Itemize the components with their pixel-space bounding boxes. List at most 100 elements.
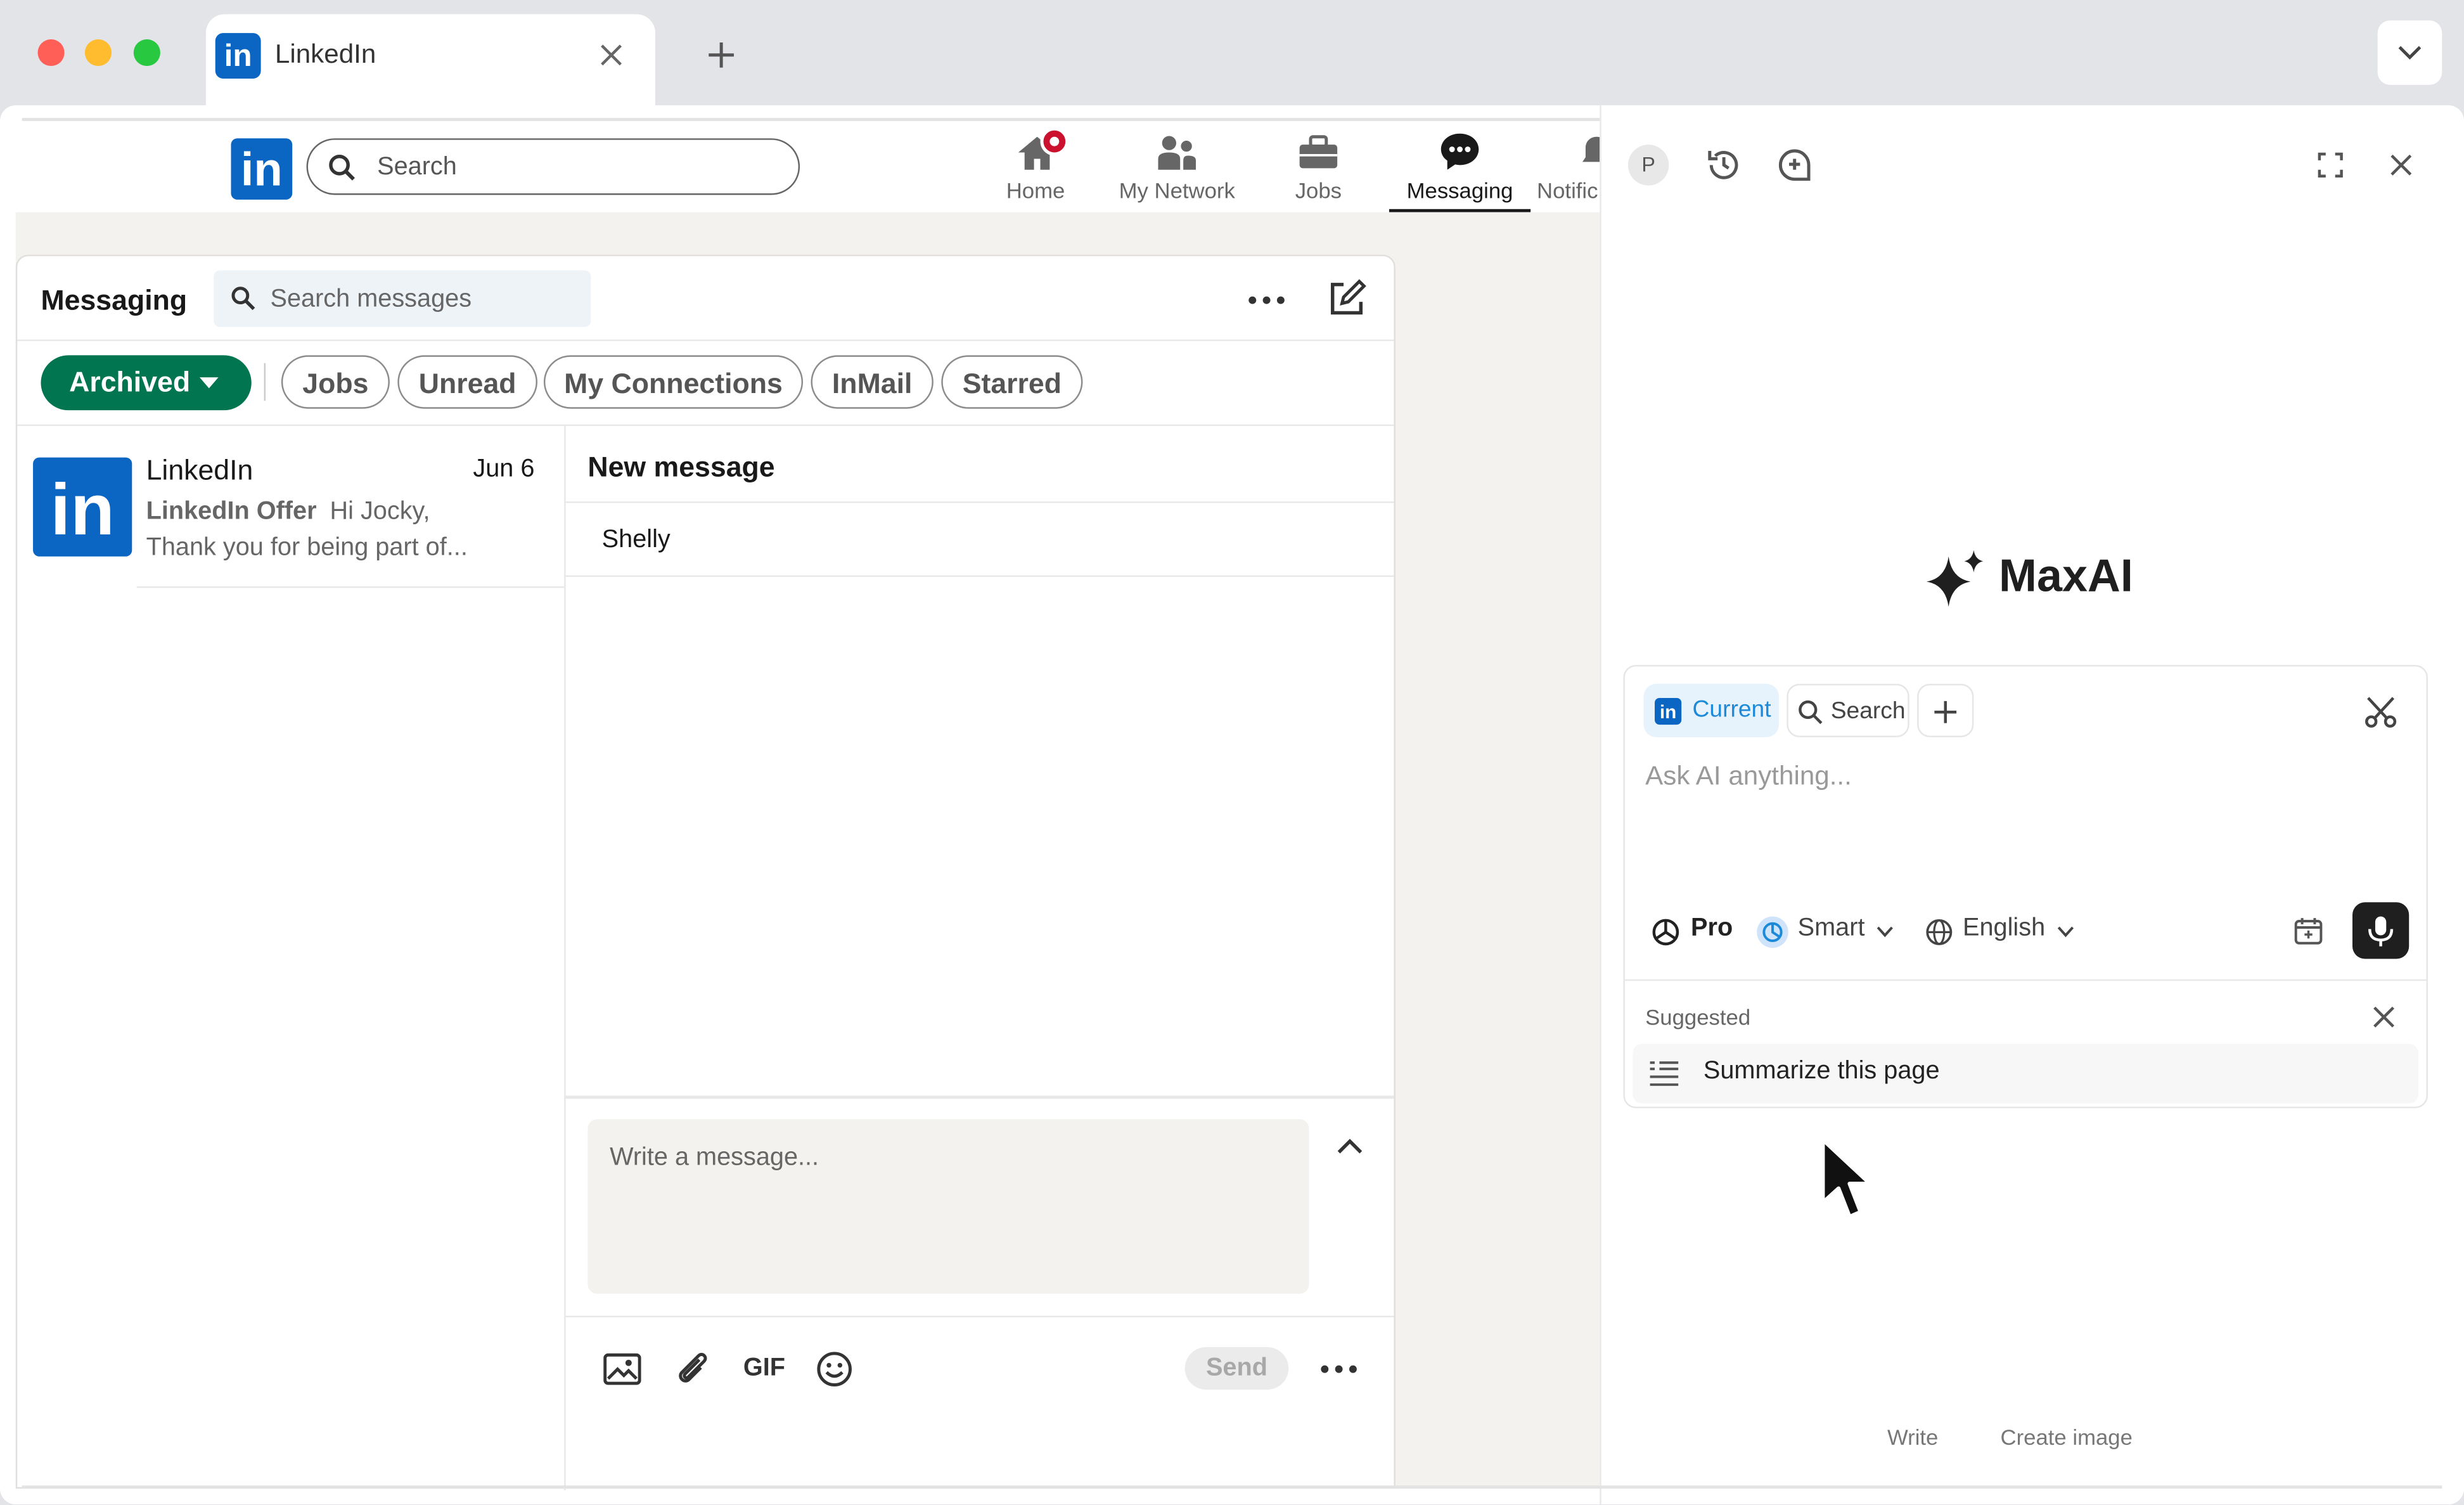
openai-swirl-icon: [1650, 917, 1682, 948]
ask-ai-input[interactable]: Ask AI anything...: [1645, 761, 2399, 792]
messaging-icon: [1439, 132, 1480, 171]
window-minimize-button[interactable]: [84, 39, 112, 67]
compose-toolbar: GIF Send: [566, 1347, 1394, 1394]
expand-compose-icon[interactable]: [1336, 1137, 1364, 1156]
tab-title: LinkedIn: [274, 39, 376, 70]
divider: [565, 1095, 1394, 1099]
nav-jobs-label: Jobs: [1295, 178, 1342, 203]
context-current-label: Current: [1692, 696, 1771, 723]
conversation-preview-line1: Hi Jocky,: [330, 498, 430, 526]
context-search-label: Search: [1830, 697, 1906, 725]
new-tab-icon[interactable]: [707, 41, 736, 69]
global-search-input[interactable]: Search: [306, 138, 800, 195]
filter-bar: Archived Jobs Unread My Connections InMa…: [17, 355, 1394, 411]
nav-jobs[interactable]: Jobs: [1273, 121, 1364, 212]
add-context-button[interactable]: [1917, 683, 1974, 737]
filter-jobs[interactable]: Jobs: [281, 355, 390, 409]
language-label: English: [1963, 915, 2046, 942]
conversation-sender: LinkedIn Offer: [146, 498, 317, 526]
schedule-icon[interactable]: [2293, 915, 2325, 946]
browser-window: in Search Home My Network Jobs Messaging…: [0, 105, 2464, 1504]
compose-message-icon[interactable]: [1326, 278, 1367, 319]
filter-my-connections[interactable]: My Connections: [543, 355, 804, 409]
messaging-title: Messaging: [41, 284, 188, 316]
window-close-button[interactable]: [37, 39, 65, 67]
message-search-placeholder: Search messages: [270, 286, 472, 313]
ask-ai-card: in Current Search Ask AI anything... Pro…: [1623, 664, 2428, 1109]
context-current-chip[interactable]: in Current: [1643, 683, 1779, 737]
model-label: Smart: [1797, 915, 1865, 942]
attachment-icon[interactable]: [674, 1350, 712, 1388]
tab-list-button[interactable]: [2377, 20, 2442, 85]
user-avatar[interactable]: P: [1627, 145, 1669, 186]
nav-notifications-label: Notific: [1537, 178, 1598, 203]
compose-more-icon[interactable]: [1318, 1353, 1359, 1385]
browser-tab[interactable]: in LinkedIn: [205, 14, 655, 109]
nav-home[interactable]: Home: [990, 121, 1081, 212]
recipient-field[interactable]: Shelly: [566, 503, 1394, 575]
suggestion-item[interactable]: Summarize this page: [1633, 1043, 2419, 1104]
conversation-item[interactable]: in LinkedIn Jun 6 LinkedIn Offer Hi Jock…: [17, 426, 565, 588]
send-button[interactable]: Send: [1184, 1347, 1289, 1390]
linkedin-favicon-icon: in: [215, 33, 261, 79]
nav-notifications[interactable]: Notific: [1534, 121, 1600, 212]
linkedin-global-nav: in Search Home My Network Jobs Messaging…: [15, 120, 1600, 212]
language-selector[interactable]: English: [1925, 914, 2076, 952]
linkedin-logo-icon[interactable]: in: [231, 138, 293, 200]
filter-starred[interactable]: Starred: [941, 355, 1083, 409]
divider: [1624, 979, 2427, 981]
linkedin-avatar-icon: in: [33, 457, 132, 557]
dismiss-suggested-icon[interactable]: [2371, 1004, 2397, 1030]
messaging-card: Messaging Search messages Archived Jobs …: [15, 254, 1396, 1490]
new-message-title: New message: [587, 451, 775, 483]
tab-create-image[interactable]: Create image: [2001, 1424, 2133, 1450]
scissors-icon[interactable]: [2363, 695, 2398, 730]
gif-button[interactable]: GIF: [743, 1355, 785, 1383]
window-maximize-button[interactable]: [133, 39, 160, 67]
nav-my-network[interactable]: My Network: [1108, 121, 1246, 212]
filter-unread[interactable]: Unread: [397, 355, 538, 409]
caret-down-icon: [199, 377, 219, 390]
globe-icon: [1925, 918, 1954, 946]
context-search-chip[interactable]: Search: [1787, 683, 1909, 737]
nav-messaging[interactable]: Messaging: [1389, 121, 1531, 212]
tab-write[interactable]: Write: [1887, 1424, 1938, 1450]
conversation-date: Jun 6: [473, 456, 535, 483]
history-icon[interactable]: [1705, 146, 1743, 184]
filter-inmail[interactable]: InMail: [811, 355, 934, 409]
voice-input-button[interactable]: [2352, 902, 2409, 959]
divider: [136, 586, 565, 588]
archived-filter-button[interactable]: Archived: [41, 355, 252, 411]
message-placeholder: Write a message...: [610, 1144, 819, 1172]
pro-tier-label: Pro: [1691, 915, 1733, 942]
maxai-panel: P MaxAI in Current Search Ask AI anythin…: [1600, 105, 2464, 1504]
more-options-icon[interactable]: [1246, 285, 1287, 316]
fullscreen-icon[interactable]: [2318, 152, 2343, 178]
new-chat-icon[interactable]: [1776, 146, 1814, 184]
window-bottom-divider: [22, 1485, 2442, 1489]
conversation-preview: LinkedIn Offer Hi Jocky, Thank you for b…: [146, 494, 555, 566]
search-icon: [1798, 699, 1823, 725]
message-input[interactable]: Write a message...: [587, 1119, 1309, 1294]
model-selector[interactable]: Smart: [1757, 914, 1898, 952]
conversation-list: in LinkedIn Jun 6 LinkedIn Offer Hi Jock…: [17, 425, 566, 1490]
conversation-preview-line2: Thank you for being part of...: [146, 534, 468, 562]
divider: [565, 1315, 1394, 1317]
compose-pane: New message Shelly Write a message... GI…: [565, 426, 1394, 1490]
summarize-icon: [1648, 1059, 1680, 1088]
bell-icon: [1578, 134, 1600, 172]
people-icon: [1157, 134, 1197, 172]
mouse-cursor-icon: [1819, 1137, 1876, 1225]
maxai-brand: MaxAI: [1999, 552, 2133, 602]
close-tab-icon[interactable]: [599, 42, 624, 68]
search-icon: [328, 154, 357, 183]
nav-home-label: Home: [1006, 178, 1065, 203]
image-icon[interactable]: [603, 1352, 641, 1386]
linkedin-icon: in: [1655, 697, 1682, 725]
notification-badge: [1040, 127, 1069, 156]
close-panel-icon[interactable]: [2389, 153, 2414, 178]
nav-my-network-label: My Network: [1119, 178, 1235, 203]
emoji-icon[interactable]: [816, 1350, 854, 1388]
nav-messaging-label: Messaging: [1406, 178, 1513, 203]
message-search-input[interactable]: Search messages: [214, 270, 591, 327]
